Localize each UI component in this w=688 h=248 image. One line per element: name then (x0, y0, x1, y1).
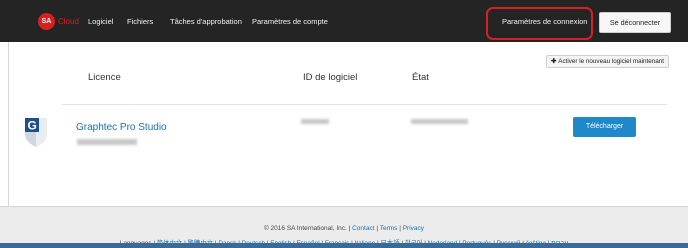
table-divider (62, 104, 667, 105)
footer: © 2016 SA International, Inc. | Contact … (0, 206, 688, 248)
contact-link[interactable]: Contact (352, 225, 374, 232)
nav-item-software[interactable]: Logiciel (88, 17, 113, 26)
redacted-software-id (301, 119, 329, 124)
footer-copyright-line: © 2016 SA International, Inc. | Contact … (0, 225, 688, 232)
sa-logo-icon: SA (38, 13, 55, 30)
download-button[interactable]: Télécharger (573, 117, 636, 137)
activate-new-software-label: Activer le nouveau logiciel maintenant (558, 58, 664, 65)
logo-text: Cloud (58, 17, 79, 26)
highlight-annotation (486, 7, 593, 40)
top-navigation-bar: SA Cloud Logiciel Fichiers Tâches d'appr… (0, 0, 688, 42)
window-bottom-strip (0, 243, 688, 248)
column-header-license: Licence (88, 72, 121, 83)
nav-item-files[interactable]: Fichiers (127, 17, 153, 26)
privacy-link[interactable]: Privacy (403, 225, 424, 232)
redacted-status (411, 119, 468, 124)
logo[interactable]: SA Cloud (38, 13, 79, 30)
nav-item-approval-tasks[interactable]: Tâches d'approbation (170, 17, 242, 26)
svg-text:G: G (28, 119, 37, 133)
nav-item-account-settings[interactable]: Paramètres de compte (252, 17, 328, 26)
product-name-link[interactable]: Graphtec Pro Studio (76, 122, 167, 133)
copyright-text: © 2016 SA International, Inc. | (263, 225, 353, 232)
graphtec-product-icon: G (25, 118, 47, 147)
activate-new-software-button[interactable]: ✚ Activer le nouveau logiciel maintenant (546, 55, 669, 68)
plus-icon: ✚ (551, 58, 557, 65)
column-header-software-id: ID de logiciel (303, 72, 358, 83)
logout-button[interactable]: Se déconnecter (599, 12, 671, 33)
redacted-license-detail (77, 139, 137, 145)
terms-link[interactable]: Terms (380, 225, 398, 232)
column-header-status: État (412, 72, 429, 83)
